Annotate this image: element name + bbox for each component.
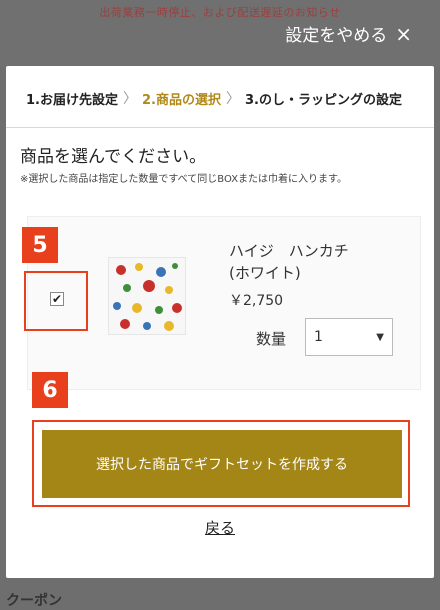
- chevron-right-icon: 〉: [122, 91, 137, 107]
- quantity-label: 数量: [256, 330, 287, 348]
- page-title: 商品を選んでください。: [20, 147, 207, 167]
- product-image: [108, 257, 186, 335]
- product-name-line1: ハイジ ハンカチ: [229, 242, 349, 260]
- close-settings-label: 設定をやめる: [285, 26, 388, 46]
- dropdown-arrow-icon: ▼: [376, 331, 384, 343]
- create-gift-set-button[interactable]: 選択した商品でギフトセットを作成する: [42, 430, 402, 498]
- handkerchief-pattern-icon: [109, 258, 185, 334]
- close-icon: ×: [395, 21, 412, 46]
- step-badge-6: 6: [32, 372, 68, 408]
- chevron-right-icon: 〉: [225, 91, 240, 107]
- product-price: ￥2,750: [229, 293, 284, 309]
- divider: [6, 127, 434, 128]
- selection-note: ※選択した商品は指定した数量ですべて同じBOXまたは巾着に入ります。: [20, 174, 348, 185]
- back-link[interactable]: 戻る: [205, 517, 235, 538]
- product-checkbox[interactable]: ✔: [50, 292, 64, 306]
- step-wrapping: 3.のし・ラッピングの設定: [244, 92, 402, 108]
- close-settings-button[interactable]: 設定をやめる ×: [285, 21, 412, 47]
- coupon-section-peek: クーポン: [6, 593, 62, 609]
- quantity-select[interactable]: 1 ▼: [305, 318, 393, 356]
- product-name-line2: (ホワイト): [229, 264, 301, 282]
- quantity-value: 1: [314, 329, 323, 345]
- step-product-selection: 2.商品の選択: [141, 92, 221, 108]
- step-delivery: 1.お届け先設定: [26, 92, 118, 108]
- step-badge-5: 5: [22, 227, 58, 263]
- product-name: ハイジ ハンカチ (ホワイト): [229, 240, 399, 284]
- step-breadcrumb: 1.お届け先設定 〉 2.商品の選択 〉 3.のし・ラッピングの設定: [26, 88, 436, 108]
